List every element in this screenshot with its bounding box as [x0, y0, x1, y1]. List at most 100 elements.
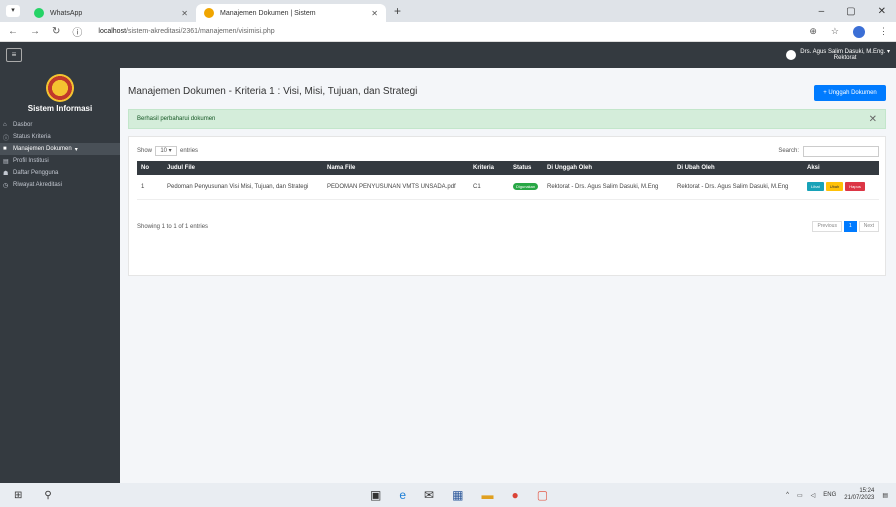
url-path: /sistem-akreditasi/2361/manajemen/visimi… — [126, 28, 275, 35]
view-button[interactable]: Lihat — [807, 182, 824, 192]
institution-logo — [46, 74, 74, 102]
cell-judul: Pedoman Penyusunan Visi Misi, Tujuan, da… — [163, 175, 323, 200]
browser-tab-bar: ▾ WhatsApp ✕ Manajemen Dokumen | Sistem … — [0, 0, 896, 22]
sidebar-item-label: Riwayat Akreditasi — [13, 182, 63, 188]
search-icon[interactable]: ⚲ — [44, 490, 51, 501]
table-controls: Show 10 ▾ entries Search: — [137, 145, 879, 157]
column-header[interactable]: Status — [509, 161, 543, 175]
cell-diubah: Rektorat - Drs. Agus Salim Dasuki, M.Eng — [673, 175, 803, 200]
notification-icon[interactable]: ▤ — [882, 492, 888, 499]
bookmark-star-icon[interactable]: ☆ — [831, 26, 839, 37]
sidebar-item-profil-institusi[interactable]: ▤ Profil Institusi — [0, 155, 120, 167]
store-icon[interactable]: ▣ — [370, 488, 381, 502]
users-icon: ☗ — [3, 170, 9, 177]
close-window-icon[interactable]: ✕ — [878, 6, 886, 17]
reload-icon[interactable]: ↻ — [52, 26, 60, 37]
next-page-button[interactable]: Next — [858, 221, 879, 232]
maximize-icon[interactable]: ▢ — [846, 6, 855, 17]
os-taskbar: ⊞ ⚲ ▣ e ✉ ▦ ▬ ● ▢ ^ ▭ ◁ ENG 15:24 21/07/… — [0, 483, 896, 507]
language-indicator[interactable]: ENG — [823, 492, 836, 498]
tray-chevron-icon[interactable]: ^ — [786, 492, 789, 498]
sidebar-item-riwayat-akreditasi[interactable]: ◷ Riwayat Akreditasi — [0, 179, 120, 191]
sidebar-item-daftar-pengguna[interactable]: ☗ Daftar Pengguna — [0, 167, 120, 179]
cell-status: Digunakan — [509, 175, 543, 200]
delete-button[interactable]: Hapus — [845, 182, 865, 192]
main-content: Manajemen Dokumen - Kriteria 1 : Visi, M… — [120, 68, 896, 483]
sidebar-item-manajemen-dokumen[interactable]: ■ Manajemen Dokumen ▾ — [0, 143, 120, 155]
tab-manajemen-dokumen[interactable]: Manajemen Dokumen | Sistem ✕ — [196, 4, 386, 22]
info-icon: ⓘ — [3, 135, 10, 142]
success-alert: Berhasil perbaharui dokumen ✕ — [128, 109, 886, 129]
column-header[interactable]: Di Ubah Oleh — [673, 161, 803, 175]
clock[interactable]: 15:24 21/07/2023 — [844, 488, 874, 502]
tab-label: WhatsApp — [50, 9, 83, 17]
close-icon[interactable]: ✕ — [181, 9, 188, 18]
menu-dots-icon[interactable]: ⋮ — [879, 26, 888, 37]
back-icon[interactable]: ← — [8, 26, 18, 37]
table-info: Showing 1 to 1 of 1 entries — [137, 223, 209, 230]
tab-search-button[interactable]: ▾ — [6, 5, 20, 17]
column-header[interactable]: No — [137, 161, 163, 175]
search-label: Search: — [778, 148, 799, 154]
sidebar-item-label: Manajemen Dokumen — [13, 146, 72, 152]
cell-aksi: Lihat Ubah Hapus — [803, 175, 879, 200]
network-icon[interactable]: ▭ — [797, 492, 803, 499]
time: 15:24 — [859, 488, 875, 494]
url-input[interactable]: localhost/sistem-akreditasi/2361/manajem… — [98, 28, 274, 35]
address-bar: ← → ↻ ⓘ localhost/sistem-akreditasi/2361… — [0, 22, 896, 42]
sidebar-brand: Sistem Informasi — [27, 104, 93, 113]
whatsapp-icon — [34, 8, 44, 18]
chrome-icon[interactable]: ● — [511, 488, 518, 502]
sidebar-item-dasbor[interactable]: ⌂ Dasbor — [0, 119, 120, 131]
close-icon[interactable]: ✕ — [371, 9, 378, 18]
column-header[interactable]: Judul File — [163, 161, 323, 175]
column-header[interactable]: Aksi — [803, 161, 879, 175]
mail-icon[interactable]: ✉ — [424, 488, 434, 502]
forward-icon[interactable]: → — [30, 26, 40, 37]
avatar — [786, 50, 797, 60]
documents-card: Show 10 ▾ entries Search: No Judul File … — [128, 136, 886, 276]
profile-icon[interactable] — [853, 25, 865, 38]
user-menu[interactable]: Drs. Agus Salim Dasuki, M.Eng. ▾ Rektora… — [786, 49, 890, 61]
column-header[interactable]: Nama File — [323, 161, 469, 175]
word-icon[interactable]: ▦ — [452, 488, 463, 502]
close-icon[interactable]: ✕ — [869, 114, 877, 125]
cell-no: 1 — [137, 175, 163, 200]
minimize-icon[interactable]: – — [819, 6, 825, 17]
home-icon: ⌂ — [3, 122, 7, 128]
user-role: Rektorat — [833, 55, 857, 61]
tab-whatsapp[interactable]: WhatsApp ✕ — [26, 4, 196, 22]
upload-document-button[interactable]: + Unggah Dokumen — [814, 85, 886, 101]
previous-page-button[interactable]: Previous — [812, 221, 842, 232]
cell-kriteria: C1 — [469, 175, 509, 200]
cell-diunggah: Rektorat - Drs. Agus Salim Dasuki, M.Eng — [543, 175, 673, 200]
sidebar-item-label: Dasbor — [13, 122, 33, 128]
sidebar-item-status-kriteria[interactable]: ⓘ Status Kriteria — [0, 131, 120, 143]
sidebar-item-label: Daftar Pengguna — [13, 170, 59, 176]
windows-start-icon[interactable]: ⊞ — [14, 490, 22, 501]
table-header-row: No Judul File Nama File Kriteria Status … — [137, 161, 879, 175]
entries-label: entries — [180, 148, 199, 154]
files-icon[interactable]: ▬ — [481, 488, 493, 502]
pagination: Previous 1 Next — [812, 221, 879, 232]
entries-select-value: 10 — [160, 148, 168, 154]
hamburger-icon[interactable]: ≡ — [6, 48, 22, 62]
site-icon — [204, 8, 214, 18]
site-info-icon[interactable]: ⓘ — [72, 24, 82, 39]
edit-button[interactable]: Ubah — [825, 182, 844, 192]
new-tab-button[interactable]: + — [394, 4, 401, 18]
app-icon[interactable]: ▢ — [537, 488, 548, 502]
page-1-button[interactable]: 1 — [843, 221, 857, 232]
search-input[interactable] — [803, 145, 879, 157]
volume-icon[interactable]: ◁ — [811, 492, 816, 499]
app-navbar: ≡ Drs. Agus Salim Dasuki, M.Eng. ▾ Rekto… — [0, 42, 896, 68]
folder-icon: ■ — [3, 146, 7, 152]
zoom-icon[interactable]: ⊕ — [809, 26, 817, 37]
column-header[interactable]: Kriteria — [469, 161, 509, 175]
column-header[interactable]: Di Unggah Oleh — [543, 161, 673, 175]
sidebar-item-label: Status Kriteria — [13, 134, 51, 140]
edge-icon[interactable]: e — [399, 488, 406, 502]
entries-select[interactable]: 10 ▾ — [155, 146, 178, 156]
url-host: localhost — [98, 28, 127, 35]
alert-text: Berhasil perbaharui dokumen — [137, 116, 216, 122]
